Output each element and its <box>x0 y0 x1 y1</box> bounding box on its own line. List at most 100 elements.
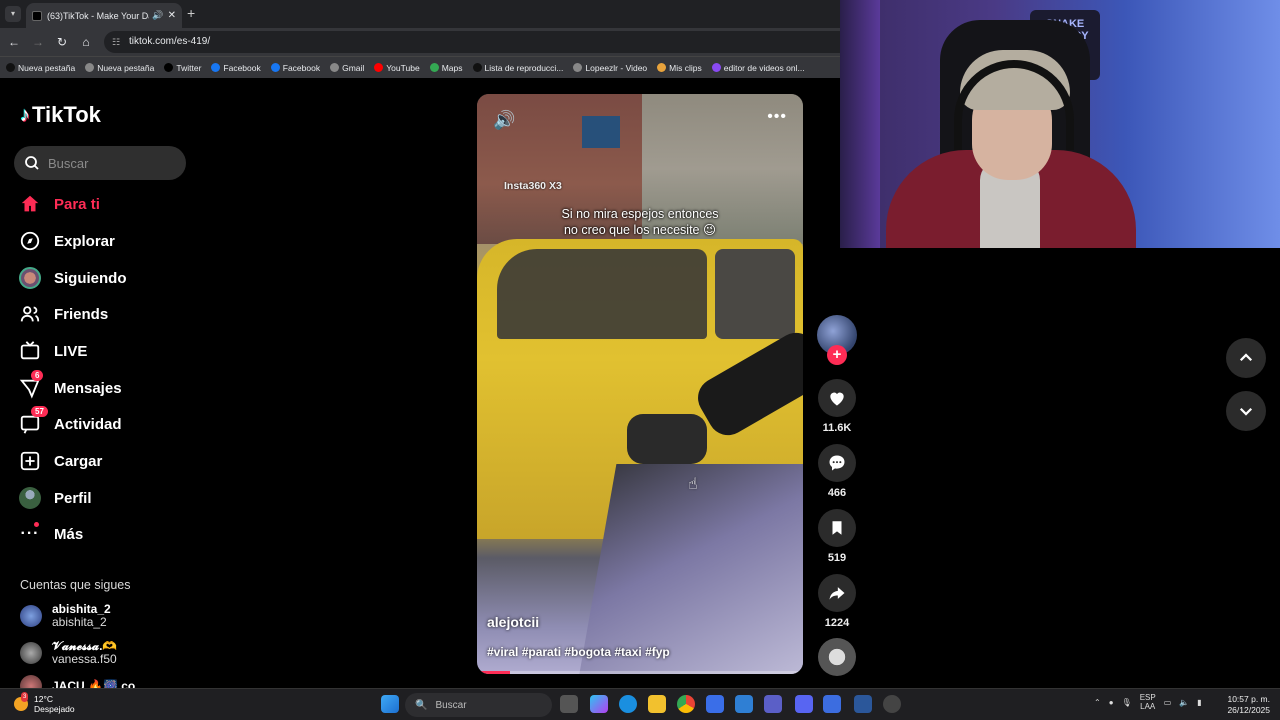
url-text: tiktok.com/es-419/ <box>129 36 211 47</box>
sidebar-item-home[interactable]: Para ti <box>18 192 100 216</box>
forward-icon[interactable]: → <box>30 34 46 50</box>
close-tab-icon[interactable]: ✕ <box>168 10 176 21</box>
bookmark-item[interactable]: Nueva pestaña <box>85 63 154 73</box>
reload-icon[interactable]: ↻ <box>54 34 70 50</box>
more-options-icon[interactable]: ••• <box>767 108 787 126</box>
volume-icon[interactable]: 🔈 <box>1179 698 1189 707</box>
sidebar-item-more[interactable]: ··· Más <box>18 522 83 546</box>
video-player[interactable]: Insta360 X3 Si no mira espejos entonces … <box>477 94 803 674</box>
video-progress-bar[interactable] <box>477 671 803 674</box>
store-icon[interactable] <box>706 695 724 713</box>
avatar <box>20 642 42 664</box>
address-bar[interactable]: ☷ tiktok.com/es-419/ <box>104 31 840 53</box>
new-tab-button[interactable]: + <box>187 5 195 21</box>
bookmark-item[interactable]: Facebook <box>270 62 321 73</box>
video-hashtags[interactable]: #viral #parati #bogota #taxi #fyp <box>487 645 670 659</box>
volume-icon[interactable]: 🔊 <box>493 110 515 131</box>
sidebar-item-upload[interactable]: Cargar <box>18 449 102 473</box>
bookmark-item[interactable]: Lista de reproducci... <box>472 63 563 73</box>
like-action[interactable]: 11.6K <box>817 379 857 434</box>
copilot-icon[interactable] <box>590 695 608 713</box>
discord-icon[interactable] <box>795 695 813 713</box>
back-icon[interactable]: ← <box>6 34 22 50</box>
video-author[interactable]: alejotcii <box>487 614 539 630</box>
tiktok-logo[interactable]: ♪ TikTok <box>20 102 101 128</box>
site-settings-icon[interactable]: ☷ <box>112 31 120 53</box>
next-video-button[interactable] <box>1226 391 1266 431</box>
sidebar-item-messages[interactable]: 6 Mensajes <box>18 370 122 400</box>
file-explorer-icon[interactable] <box>648 695 666 713</box>
clock-date: 26/12/2025 <box>1227 705 1270 715</box>
bookmark-item[interactable]: editor de videos onl... <box>711 63 805 73</box>
globe-icon <box>85 63 95 72</box>
windows-taskbar: 3 12°C Despejado 🔍 Buscar ⌃ ● 🎙 ESP LAA … <box>0 688 1280 720</box>
previous-video-button[interactable] <box>1226 338 1266 378</box>
chevron-down-icon <box>1239 407 1253 416</box>
like-count: 11.6K <box>822 422 852 434</box>
chrome-icon[interactable] <box>677 695 695 713</box>
mail-icon[interactable] <box>735 695 753 713</box>
sidebar-item-label: Siguiendo <box>54 269 127 287</box>
comment-action[interactable]: 466 <box>817 444 857 499</box>
bookmark-item[interactable]: Maps <box>429 63 463 73</box>
chevron-up-icon[interactable]: ⌃ <box>1094 698 1101 707</box>
browser-tab[interactable]: (63)TikTok - Make Your Day 🔊 ✕ <box>26 3 182 28</box>
edge-icon[interactable] <box>619 695 637 713</box>
followed-account[interactable]: 𝓥𝓪𝓷𝓮𝓼𝓼𝓪.🫶 vanessa.f50 <box>20 640 117 666</box>
bookmark-label: Facebook <box>282 62 321 73</box>
taskbar-search[interactable]: 🔍 Buscar <box>405 693 552 717</box>
audio-icon[interactable]: 🔊 <box>152 10 163 21</box>
search-input[interactable]: Buscar <box>14 146 186 180</box>
network-icon[interactable]: ▭ <box>1164 698 1172 707</box>
chevron-up-icon <box>1239 353 1253 362</box>
task-view-icon[interactable] <box>560 695 578 713</box>
sidebar-item-live[interactable]: LIVE <box>18 339 87 363</box>
sidebar-item-friends[interactable]: Friends <box>18 302 108 326</box>
bookmark-item[interactable]: Lopeezlr - Video <box>573 63 647 73</box>
sidebar-item-following[interactable]: Siguiendo <box>18 266 127 290</box>
search-icon <box>25 156 39 170</box>
battery-icon[interactable]: ▮ <box>1197 698 1201 707</box>
music-disc-icon[interactable] <box>818 638 856 676</box>
bookmark-item[interactable]: Mis clips <box>657 63 702 73</box>
followed-account[interactable]: abishita_2 abishita_2 <box>20 603 111 629</box>
windows-start-icon[interactable] <box>381 695 399 713</box>
follow-plus-button[interactable]: + <box>827 345 847 365</box>
sidebar-item-profile[interactable]: Perfil <box>18 486 92 510</box>
bookmark-item[interactable]: Twitter <box>164 63 201 73</box>
bookmark-item[interactable]: Gmail <box>330 63 364 73</box>
bookmark-label: Twitter <box>176 62 202 73</box>
bookmarks-bar: Nueva pestaña Nueva pestaña Twitter Faceboo… <box>0 56 840 78</box>
sidebar-item-activity[interactable]: 57 Actividad <box>18 406 122 436</box>
search-placeholder: Buscar <box>48 155 89 171</box>
word-icon[interactable] <box>854 695 872 713</box>
sidebar-item-label: Cargar <box>54 452 103 470</box>
heart-icon <box>830 392 844 406</box>
microphone-icon[interactable]: 🎙 <box>1122 698 1132 707</box>
video-editor-icon[interactable] <box>823 695 841 713</box>
account-handle: abishita_2 <box>52 615 107 629</box>
bookmark-item[interactable]: YouTube <box>374 62 420 73</box>
comment-icon <box>829 455 845 471</box>
taskbar-clock[interactable]: 10:57 p. m. 26/12/2025 <box>1222 694 1270 716</box>
maps-icon <box>429 63 439 72</box>
bookmark-label: YouTube <box>386 62 420 73</box>
facebook-icon <box>270 63 280 72</box>
obs-icon[interactable] <box>883 695 901 713</box>
sidebar-item-compass[interactable]: Explorar <box>18 229 115 253</box>
bookmark-item[interactable]: Nueva pestaña <box>6 63 75 73</box>
weather-temp: 12°C <box>34 694 53 704</box>
app-tray-icon[interactable]: ● <box>1109 698 1114 707</box>
home-button-icon[interactable]: ⌂ <box>78 34 94 50</box>
share-action[interactable]: 1224 <box>817 574 857 629</box>
tab-list-button[interactable]: ▾ <box>5 6 21 22</box>
weather-desc: Despejado <box>34 704 75 714</box>
teams-icon[interactable] <box>764 695 782 713</box>
language-indicator[interactable]: ESP LAA <box>1140 693 1156 711</box>
search-icon: 🔍 <box>415 699 428 711</box>
bookmark-item[interactable]: Facebook <box>211 63 261 73</box>
video-progress-fill <box>477 671 510 674</box>
tab-title: (63)TikTok - Make Your Day <box>47 10 150 21</box>
save-action[interactable]: 519 <box>817 509 857 564</box>
weather-widget[interactable]: 3 12°C Despejado <box>14 692 75 714</box>
